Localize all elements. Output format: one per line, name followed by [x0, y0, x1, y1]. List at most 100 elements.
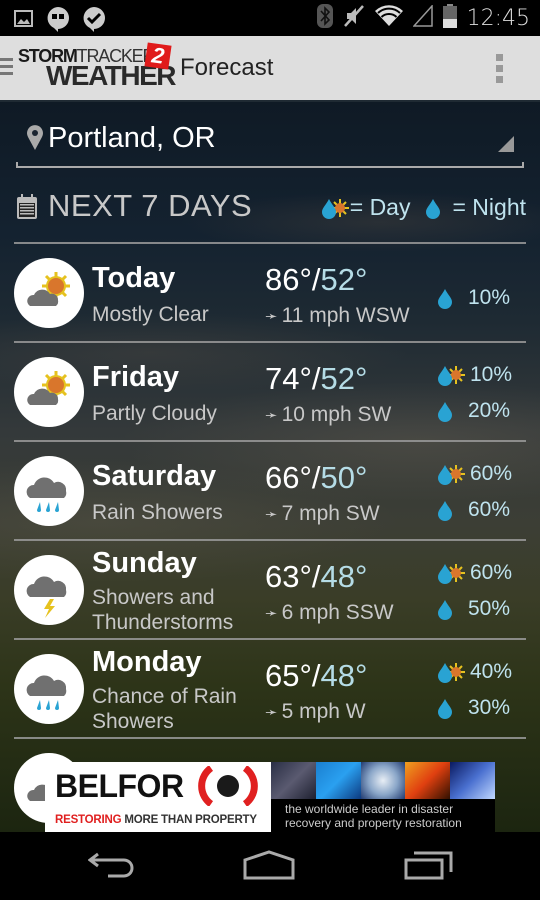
recents-icon: [404, 851, 453, 880]
clock: 12:45: [466, 6, 530, 31]
ad-brand: BELFOR: [55, 768, 184, 804]
battery-icon: [442, 4, 457, 33]
temperatures: 63°/48°: [265, 559, 368, 594]
low-temp: 48°: [320, 559, 368, 594]
condition: Partly Cloudy: [92, 402, 217, 425]
location-pin-icon: [26, 124, 44, 155]
drop-moon-icon: [438, 501, 460, 521]
app-logo[interactable]: STORMTRACKER WEATHER 2: [18, 42, 178, 92]
drop-moon-icon: [438, 699, 460, 719]
thunderstorm-icon: [14, 555, 84, 625]
condition: Chance of Rain Showers: [92, 685, 237, 733]
condition: Mostly Clear: [92, 303, 209, 326]
forecast-content: Portland, OR NEXT 7 DAYS = Day = Night T…: [0, 102, 540, 832]
hangouts-icon: [46, 6, 70, 37]
drop-sun-icon: [438, 663, 465, 683]
forecast-row[interactable]: Monday Chance of Rain Showers 65°/48° ➛ 5…: [14, 640, 526, 737]
partly-sunny-icon: [14, 258, 84, 328]
high-temp: 86°: [265, 262, 312, 297]
rain-icon: [14, 654, 84, 724]
low-temp: 52°: [320, 361, 368, 396]
drop-moon-icon: [426, 198, 449, 219]
dropdown-arrow-icon: [498, 136, 514, 152]
legend-day: = Day: [321, 194, 410, 221]
bluetooth-icon: [316, 4, 333, 33]
check-message-icon: [82, 6, 106, 37]
ad-photos: [271, 762, 495, 799]
calendar-icon: [16, 194, 38, 225]
drop-sun-icon: [438, 465, 465, 485]
ad-tagline: RESTORING MORE THAN PROPERTY: [55, 814, 257, 826]
location-underline: [16, 162, 524, 168]
night-precip: 50%: [438, 597, 510, 621]
night-precip: 20%: [438, 399, 510, 423]
forecast-row[interactable]: Today Mostly Clear 86°/52° ➛ 11 mph WSW 1…: [14, 244, 526, 341]
wind: ➛ 10 mph SW: [265, 403, 392, 426]
day-name: Friday: [92, 361, 180, 393]
drop-sun-icon: [438, 564, 465, 584]
temperatures: 66°/50°: [265, 460, 368, 495]
back-icon: [87, 852, 134, 878]
recents-button[interactable]: [404, 850, 454, 885]
wind-icon: ➛: [265, 506, 278, 523]
home-button[interactable]: [243, 850, 295, 885]
wind-icon: ➛: [265, 704, 278, 721]
low-temp: 50°: [320, 460, 368, 495]
day-name: Today: [92, 262, 176, 294]
high-temp: 65°: [265, 658, 312, 693]
ad-caption: the worldwide leader in disaster recover…: [285, 802, 462, 830]
location-selector[interactable]: Portland, OR: [16, 116, 524, 168]
status-bar: 12:45: [0, 0, 540, 36]
drop-moon-icon: [438, 289, 460, 309]
nav-bar: [0, 832, 540, 900]
wind-icon: ➛: [265, 605, 278, 622]
gallery-icon: [14, 9, 34, 34]
belfor-logo-icon: [198, 766, 258, 806]
page-title: Forecast: [180, 54, 274, 81]
forecast-list: Today Mostly Clear 86°/52° ➛ 11 mph WSW 1…: [14, 242, 526, 832]
section-title: NEXT 7 DAYS: [48, 188, 253, 223]
forecast-row[interactable]: Friday Partly Cloudy 74°/52° ➛ 10 mph SW …: [14, 343, 526, 440]
wind: ➛ 7 mph SW: [265, 502, 380, 525]
drop-sun-icon: [321, 198, 349, 219]
location-value: Portland, OR: [48, 122, 216, 154]
day-name: Sunday: [92, 547, 197, 579]
night-precip: 30%: [438, 696, 510, 720]
partly-sunny-icon: [14, 357, 84, 427]
section-header: NEXT 7 DAYS = Day = Night: [16, 188, 526, 228]
muted-icon: [343, 4, 365, 33]
day-precip: 60%: [438, 561, 512, 585]
condition: Rain Showers: [92, 501, 223, 524]
back-button[interactable]: [87, 850, 136, 883]
ad-banner[interactable]: BELFOR RESTORING MORE THAN PROPERTY the …: [45, 762, 495, 832]
rain-icon: [14, 456, 84, 526]
wind: ➛ 11 mph WSW: [265, 304, 410, 327]
forecast-row[interactable]: Sunday Showers and Thunderstorms 63°/48°…: [14, 541, 526, 638]
high-temp: 66°: [265, 460, 312, 495]
forecast-row[interactable]: Saturday Rain Showers 66°/50° ➛ 7 mph SW …: [14, 442, 526, 539]
night-precip: 60%: [438, 498, 510, 522]
wind: ➛ 5 mph W: [265, 700, 366, 723]
wind: ➛ 6 mph SSW: [265, 601, 394, 624]
logo-badge: 2: [144, 42, 172, 70]
wind-icon: ➛: [265, 407, 278, 424]
day-precip: 60%: [438, 462, 512, 486]
wind-icon: ➛: [265, 308, 278, 325]
ad-photo-panel: the worldwide leader in disaster recover…: [271, 762, 495, 832]
action-bar: STORMTRACKER WEATHER 2 Forecast: [0, 36, 540, 102]
drop-moon-icon: [438, 600, 460, 620]
day-name: Monday: [92, 646, 202, 678]
temperatures: 86°/52°: [265, 262, 368, 297]
drop-sun-icon: [438, 366, 465, 386]
home-icon: [243, 850, 295, 880]
precip-legend: = Day = Night: [310, 194, 526, 221]
day-precip: 40%: [438, 660, 512, 684]
wifi-icon: [374, 5, 403, 32]
drop-moon-icon: [438, 402, 460, 422]
low-temp: 48°: [320, 658, 368, 693]
overflow-menu-icon[interactable]: [496, 54, 504, 87]
legend-night: = Night: [426, 194, 526, 221]
drawer-menu-icon[interactable]: [0, 58, 13, 76]
condition: Showers and Thunderstorms: [92, 586, 234, 634]
high-temp: 74°: [265, 361, 312, 396]
